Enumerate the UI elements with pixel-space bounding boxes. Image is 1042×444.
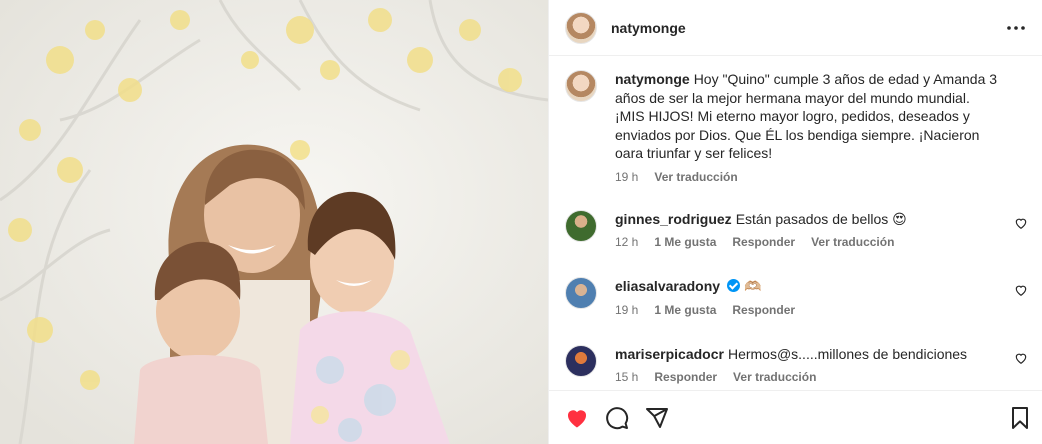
caption-meta: 19 h Ver traducción xyxy=(615,170,1002,184)
comment-likes-count[interactable]: 1 Me gusta xyxy=(654,235,716,249)
post-photo[interactable] xyxy=(0,0,548,444)
avatar[interactable] xyxy=(565,277,597,309)
caption-text-block: natymonge Hoy "Quino" cumple 3 años de ed… xyxy=(615,70,1002,163)
comment-username[interactable]: eliasalvaradony xyxy=(615,278,720,294)
see-translation-button[interactable]: Ver traducción xyxy=(654,170,737,184)
heart-outline-icon[interactable] xyxy=(1014,351,1028,365)
comment-item: ginnes_rodriguez Están pasados de bellos … xyxy=(565,209,1028,249)
post-actions-bar xyxy=(549,390,1042,444)
post-header: natymonge xyxy=(549,0,1042,56)
verified-badge-icon xyxy=(727,279,741,292)
comment-time[interactable]: 19 h xyxy=(615,303,638,317)
share-icon[interactable] xyxy=(645,406,669,430)
reply-button[interactable]: Responder xyxy=(732,303,795,317)
comment-likes-count[interactable]: 1 Me gusta xyxy=(654,303,716,317)
comment-meta: 15 h Responder Ver traducción xyxy=(615,370,1002,384)
comment-item: mariserpicadocr Hermos@s.....millones de … xyxy=(565,344,1028,384)
comment-icon[interactable] xyxy=(605,406,629,430)
heart-outline-icon[interactable] xyxy=(1014,216,1028,230)
comment-text: Hermos@s.....millones de bendiciones xyxy=(727,345,968,362)
caption: natymonge Hoy "Quino" cumple 3 años de ed… xyxy=(565,70,1028,184)
family-photo-illustration xyxy=(0,0,548,444)
reply-button[interactable]: Responder xyxy=(654,370,717,384)
caption-time[interactable]: 19 h xyxy=(615,170,638,184)
comment-text: 🫶🏼 xyxy=(743,278,762,294)
avatar[interactable] xyxy=(565,209,597,242)
avatar[interactable] xyxy=(565,70,597,102)
see-translation-button[interactable]: Ver traducción xyxy=(811,235,894,249)
comment-meta: 19 h 1 Me gusta Responder xyxy=(615,303,1002,317)
post-author-username[interactable]: natymonge xyxy=(611,20,686,36)
comment-username[interactable]: ginnes_rodriguez xyxy=(615,211,732,227)
comments-list[interactable]: natymonge Hoy "Quino" cumple 3 años de ed… xyxy=(549,56,1042,389)
more-horizontal-icon[interactable] xyxy=(1004,16,1028,40)
post-viewer: natymonge natymonge Hoy "Quino" cumple 3 … xyxy=(0,0,1042,444)
comment-text: Están pasados de bellos 😍 xyxy=(735,210,907,227)
comment-text-block: ginnes_rodriguez Están pasados de bellos … xyxy=(615,210,1002,229)
comment-text-block: mariserpicadocr Hermos@s.....millones de … xyxy=(615,345,1002,364)
comment-username[interactable]: mariserpicadocr xyxy=(615,346,724,362)
comment-text-block: eliasalvaradony 🫶🏼 xyxy=(615,277,1002,296)
comment-time[interactable]: 12 h xyxy=(615,235,638,249)
post-side-panel: natymonge natymonge Hoy "Quino" cumple 3 … xyxy=(548,0,1042,444)
avatar[interactable] xyxy=(565,344,597,377)
bookmark-icon[interactable] xyxy=(1008,406,1032,430)
avatar[interactable] xyxy=(565,11,597,44)
caption-username[interactable]: natymonge xyxy=(615,71,690,87)
see-translation-button[interactable]: Ver traducción xyxy=(733,370,816,384)
comment-item: eliasalvaradony 🫶🏼 19 h 1 Me gusta Respo… xyxy=(565,277,1028,317)
heart-filled-icon[interactable] xyxy=(565,406,589,430)
comment-time[interactable]: 15 h xyxy=(615,370,638,384)
heart-outline-icon[interactable] xyxy=(1014,283,1028,297)
reply-button[interactable]: Responder xyxy=(732,235,795,249)
comment-meta: 12 h 1 Me gusta Responder Ver traducción xyxy=(615,235,1002,249)
